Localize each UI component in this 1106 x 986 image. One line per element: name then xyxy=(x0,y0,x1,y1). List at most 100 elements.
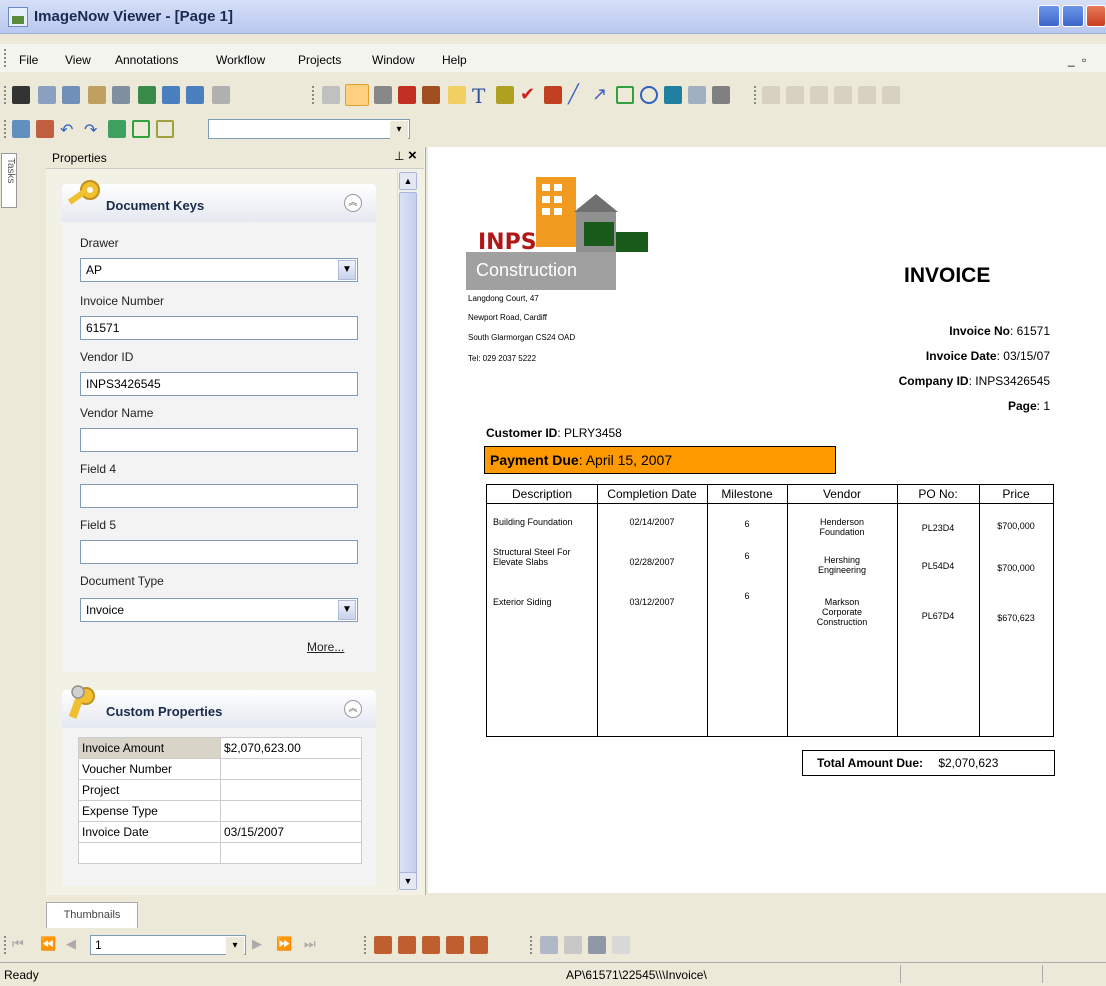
close-window-button[interactable] xyxy=(1086,5,1106,27)
rectangle-icon[interactable] xyxy=(616,86,634,104)
upload-icon[interactable] xyxy=(138,86,156,104)
property-value[interactable] xyxy=(220,800,362,822)
chevron-down-icon[interactable]: ▾ xyxy=(390,121,408,141)
signature-icon[interactable] xyxy=(422,86,440,104)
menu-help[interactable]: Help xyxy=(442,53,467,67)
version-icon-1[interactable] xyxy=(374,936,392,954)
save-page-icon[interactable] xyxy=(588,936,606,954)
table-row[interactable]: Project xyxy=(78,779,362,801)
workflow-icon-3[interactable] xyxy=(810,86,828,104)
line-icon[interactable]: ╱ xyxy=(568,84,586,104)
version-icon-2[interactable] xyxy=(398,936,416,954)
version-icon-5[interactable] xyxy=(470,936,488,954)
fit-width-icon[interactable] xyxy=(132,120,150,138)
previous-page-icon[interactable]: ◀ xyxy=(66,936,76,952)
highlighter-icon[interactable] xyxy=(496,86,514,104)
tasks-tab[interactable]: Tasks xyxy=(1,153,17,208)
property-value[interactable] xyxy=(220,842,362,864)
mdi-restore-icon[interactable]: ▫ xyxy=(1082,53,1086,67)
pan-hand-icon[interactable] xyxy=(345,84,369,106)
table-row[interactable] xyxy=(78,842,362,864)
zoom-out-icon[interactable] xyxy=(36,120,54,138)
drawer-select[interactable]: AP ▼ xyxy=(80,258,358,282)
property-value[interactable] xyxy=(220,779,362,801)
zoom-select[interactable]: ▾ xyxy=(208,119,410,141)
menu-projects[interactable]: Projects xyxy=(298,53,341,67)
workflow-icon-2[interactable] xyxy=(786,86,804,104)
next-page-icon[interactable]: ▶ xyxy=(252,936,262,952)
property-value[interactable]: 03/15/2007 xyxy=(220,821,362,843)
last-page-icon[interactable]: ⏩ xyxy=(276,936,292,952)
move-page-icon[interactable] xyxy=(186,86,204,104)
move-icon[interactable] xyxy=(374,86,392,104)
mail-icon[interactable] xyxy=(540,936,558,954)
rotate-right-icon[interactable]: ↷ xyxy=(84,120,102,139)
table-row[interactable]: Expense Type xyxy=(78,800,362,822)
scan-icon[interactable] xyxy=(38,86,56,104)
invoice-number-field[interactable]: 61571 xyxy=(80,316,358,340)
scroll-thumb[interactable] xyxy=(399,192,417,884)
stamp-icon[interactable] xyxy=(398,86,416,104)
page-number-field[interactable]: 1 ▾ xyxy=(90,935,246,957)
link-annotation-icon[interactable] xyxy=(688,86,706,104)
first-group-icon[interactable]: ⏮ xyxy=(12,936,24,952)
custom-properties-header[interactable]: Custom Properties ︽ xyxy=(62,685,376,728)
field5-field[interactable] xyxy=(80,540,358,564)
fit-page-icon[interactable] xyxy=(108,120,126,138)
table-row[interactable]: Invoice Amount $2,070,623.00 xyxy=(78,737,362,759)
capture-icon[interactable] xyxy=(62,86,80,104)
workflow-icon-5[interactable] xyxy=(858,86,876,104)
vendor-id-field[interactable]: INPS3426545 xyxy=(80,372,358,396)
scroll-down-icon[interactable]: ▼ xyxy=(399,872,417,890)
thumbnails-tab[interactable]: Thumbnails xyxy=(46,902,138,928)
menu-file[interactable]: File xyxy=(19,53,38,67)
menu-view[interactable]: View xyxy=(65,53,91,67)
fit-height-icon[interactable] xyxy=(156,120,174,138)
workflow-icon-1[interactable] xyxy=(762,86,780,104)
last-group-icon[interactable]: ⏭ xyxy=(304,936,316,952)
pen-icon[interactable] xyxy=(544,86,562,104)
menu-workflow[interactable]: Workflow xyxy=(216,53,265,67)
arrow-icon[interactable]: ↗ xyxy=(592,84,610,104)
save-icon[interactable] xyxy=(12,86,30,104)
collapse-icon[interactable]: ︽ xyxy=(344,700,362,718)
print-icon[interactable] xyxy=(112,86,130,104)
collapse-icon[interactable]: ︽ xyxy=(344,194,362,212)
mdi-minimize-icon[interactable]: _ xyxy=(1068,53,1075,67)
forward-icon[interactable] xyxy=(564,936,582,954)
text-tool-icon[interactable]: T xyxy=(472,84,490,108)
field4-field[interactable] xyxy=(80,484,358,508)
rotate-left-icon[interactable]: ↶ xyxy=(60,120,78,139)
chevron-down-icon[interactable]: ▼ xyxy=(338,600,356,620)
link-icon[interactable] xyxy=(88,86,106,104)
panel-scrollbar[interactable]: ▲ ▼ xyxy=(397,170,417,892)
document-keys-header[interactable]: Document Keys ︽ xyxy=(62,180,376,222)
workflow-icon-6[interactable] xyxy=(882,86,900,104)
pin-icon[interactable]: ⊥ xyxy=(394,149,404,163)
document-type-select[interactable]: Invoice ▼ xyxy=(80,598,358,622)
checkmark-icon[interactable]: ✔ xyxy=(520,84,538,104)
sticky-note-icon[interactable] xyxy=(448,86,466,104)
minimize-button[interactable] xyxy=(1038,5,1060,27)
maximize-button[interactable] xyxy=(1062,5,1084,27)
ellipse-icon[interactable] xyxy=(640,86,658,104)
copy-page-icon[interactable] xyxy=(162,86,180,104)
more-link[interactable]: More... xyxy=(307,640,344,654)
menu-window[interactable]: Window xyxy=(372,53,415,67)
properties-icon[interactable] xyxy=(212,86,230,104)
version-icon-3[interactable] xyxy=(422,936,440,954)
zoom-in-icon[interactable] xyxy=(12,120,30,138)
chevron-down-icon[interactable]: ▼ xyxy=(338,260,356,280)
redact-icon[interactable] xyxy=(664,86,682,104)
menu-annotations[interactable]: Annotations xyxy=(115,53,178,67)
property-value[interactable]: $2,070,623.00 xyxy=(220,737,362,759)
annotation-list-icon[interactable] xyxy=(712,86,730,104)
table-row[interactable]: Voucher Number xyxy=(78,758,362,780)
chevron-down-icon[interactable]: ▾ xyxy=(226,937,244,957)
version-icon-4[interactable] xyxy=(446,936,464,954)
scroll-up-icon[interactable]: ▲ xyxy=(399,172,417,190)
table-row[interactable]: Invoice Date 03/15/2007 xyxy=(78,821,362,843)
refresh-icon[interactable] xyxy=(612,936,630,954)
workflow-icon-4[interactable] xyxy=(834,86,852,104)
property-value[interactable] xyxy=(220,758,362,780)
